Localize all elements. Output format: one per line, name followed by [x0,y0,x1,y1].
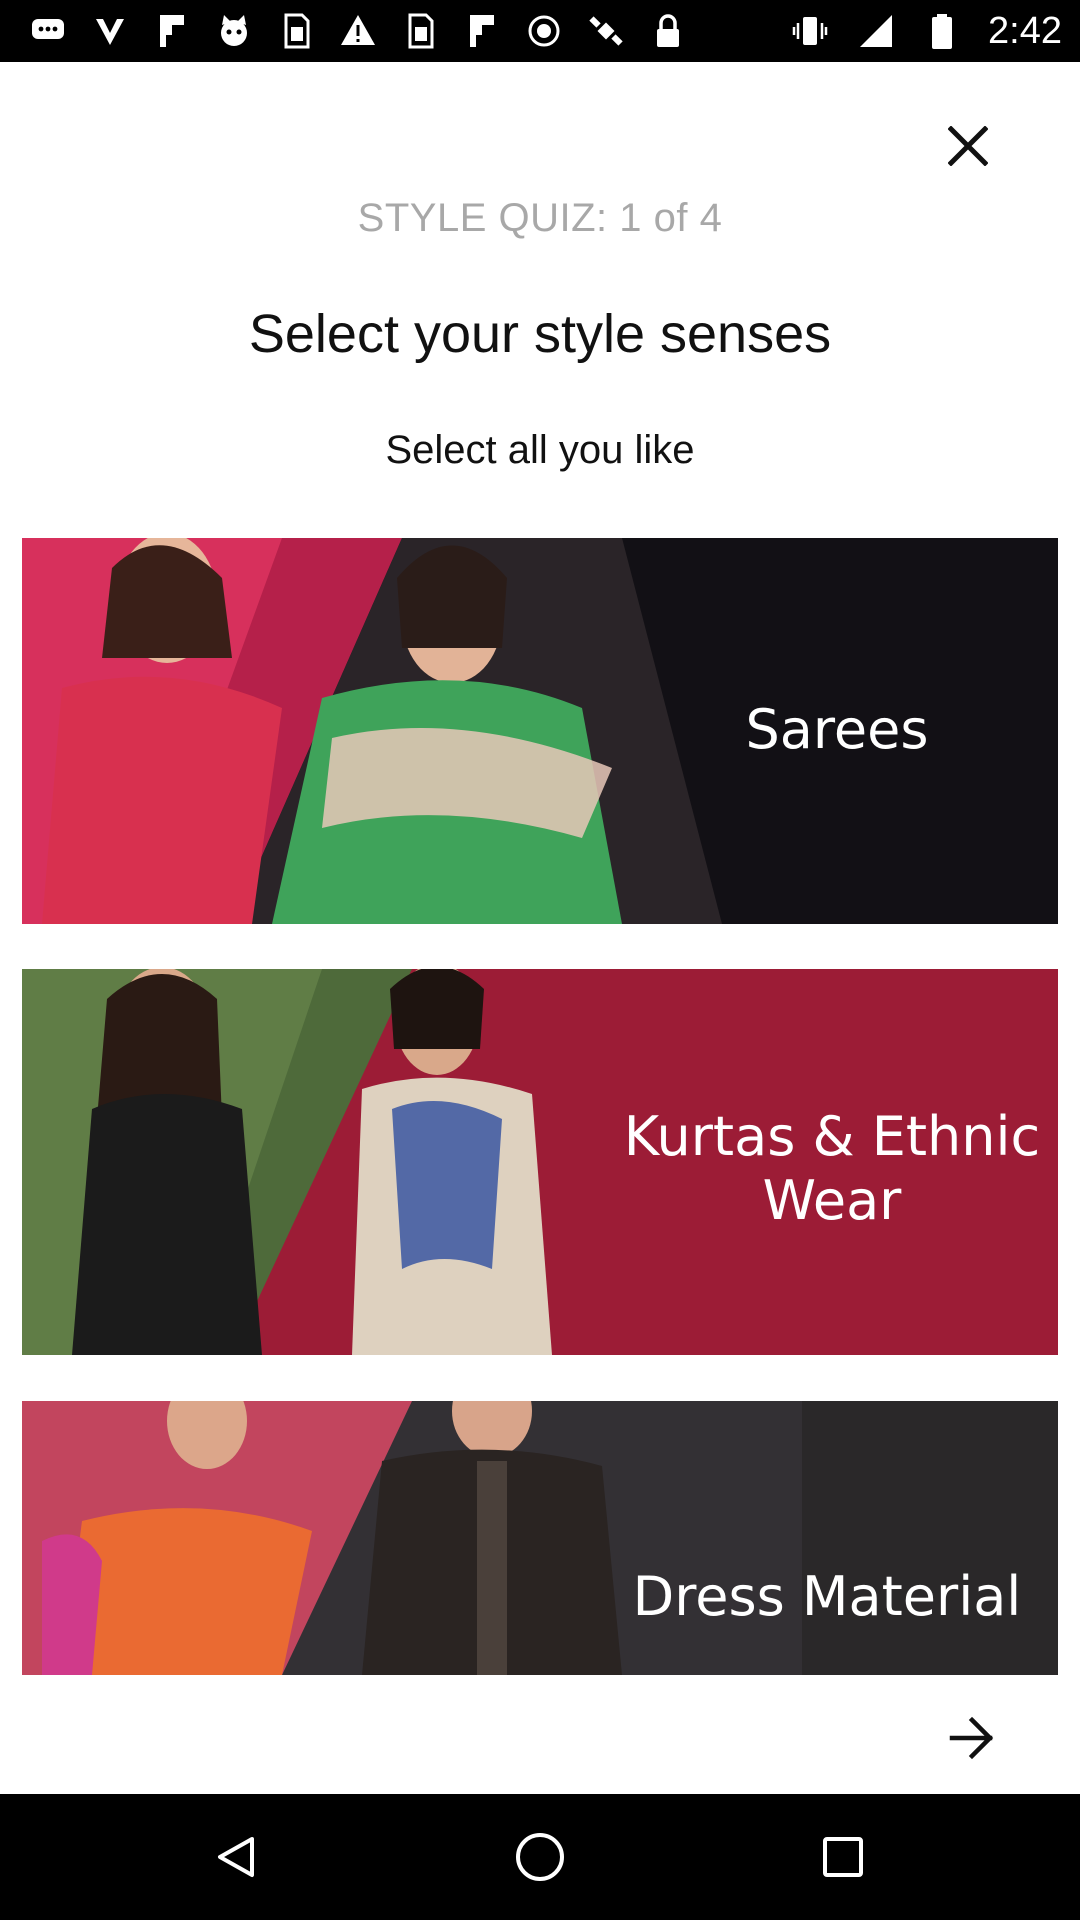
sim-icon [276,11,316,51]
navigation-bar [0,1794,1080,1920]
category-label-line2: Wear [762,1168,902,1232]
close-icon [948,126,988,166]
page-title: Select your style senses [248,304,832,364]
next-button[interactable] [944,1710,1000,1766]
record-icon [524,11,564,51]
lock-icon [648,11,688,51]
category-card-sarees[interactable]: Sarees [22,538,1058,924]
recents-icon [823,1837,863,1877]
recents-button[interactable] [783,1794,903,1920]
quiz-step-label: STYLE QUIZ: 1 of 4 [357,196,723,240]
back-button[interactable] [176,1794,296,1920]
dress-material-image [22,1401,1058,1675]
sim-icon [400,11,440,51]
home-icon [516,1833,564,1881]
close-button[interactable] [940,118,996,174]
category-label: Sarees [745,698,929,761]
back-icon [218,1837,254,1877]
notification-icons [28,11,790,51]
fake-gps-icon [586,11,626,51]
status-bar: 2:42 [0,0,1080,62]
flipboard-icon [152,11,192,51]
category-card-dress-material[interactable]: Dress Material [22,1401,1058,1675]
signal-icon [856,11,896,51]
cat-icon [214,11,254,51]
category-label: Kurtas & Ethnic Wear [612,1105,1052,1232]
flipboard-icon [462,11,502,51]
system-status: 2:42 [790,10,1062,53]
arrow-right-icon [949,1716,994,1760]
battery-icon [922,11,962,51]
page-subtitle: Select all you like [385,428,695,472]
warning-icon [338,11,378,51]
category-label: Dress Material [632,1565,1022,1628]
home-button[interactable] [480,1794,600,1920]
vibrate-icon [790,11,830,51]
messages-icon [28,11,68,51]
clock: 2:42 [988,9,1062,52]
category-card-kurtas[interactable]: Kurtas & Ethnic Wear [22,969,1058,1355]
check-icon [90,11,130,51]
category-label-line1: Kurtas & Ethnic [623,1105,1041,1168]
